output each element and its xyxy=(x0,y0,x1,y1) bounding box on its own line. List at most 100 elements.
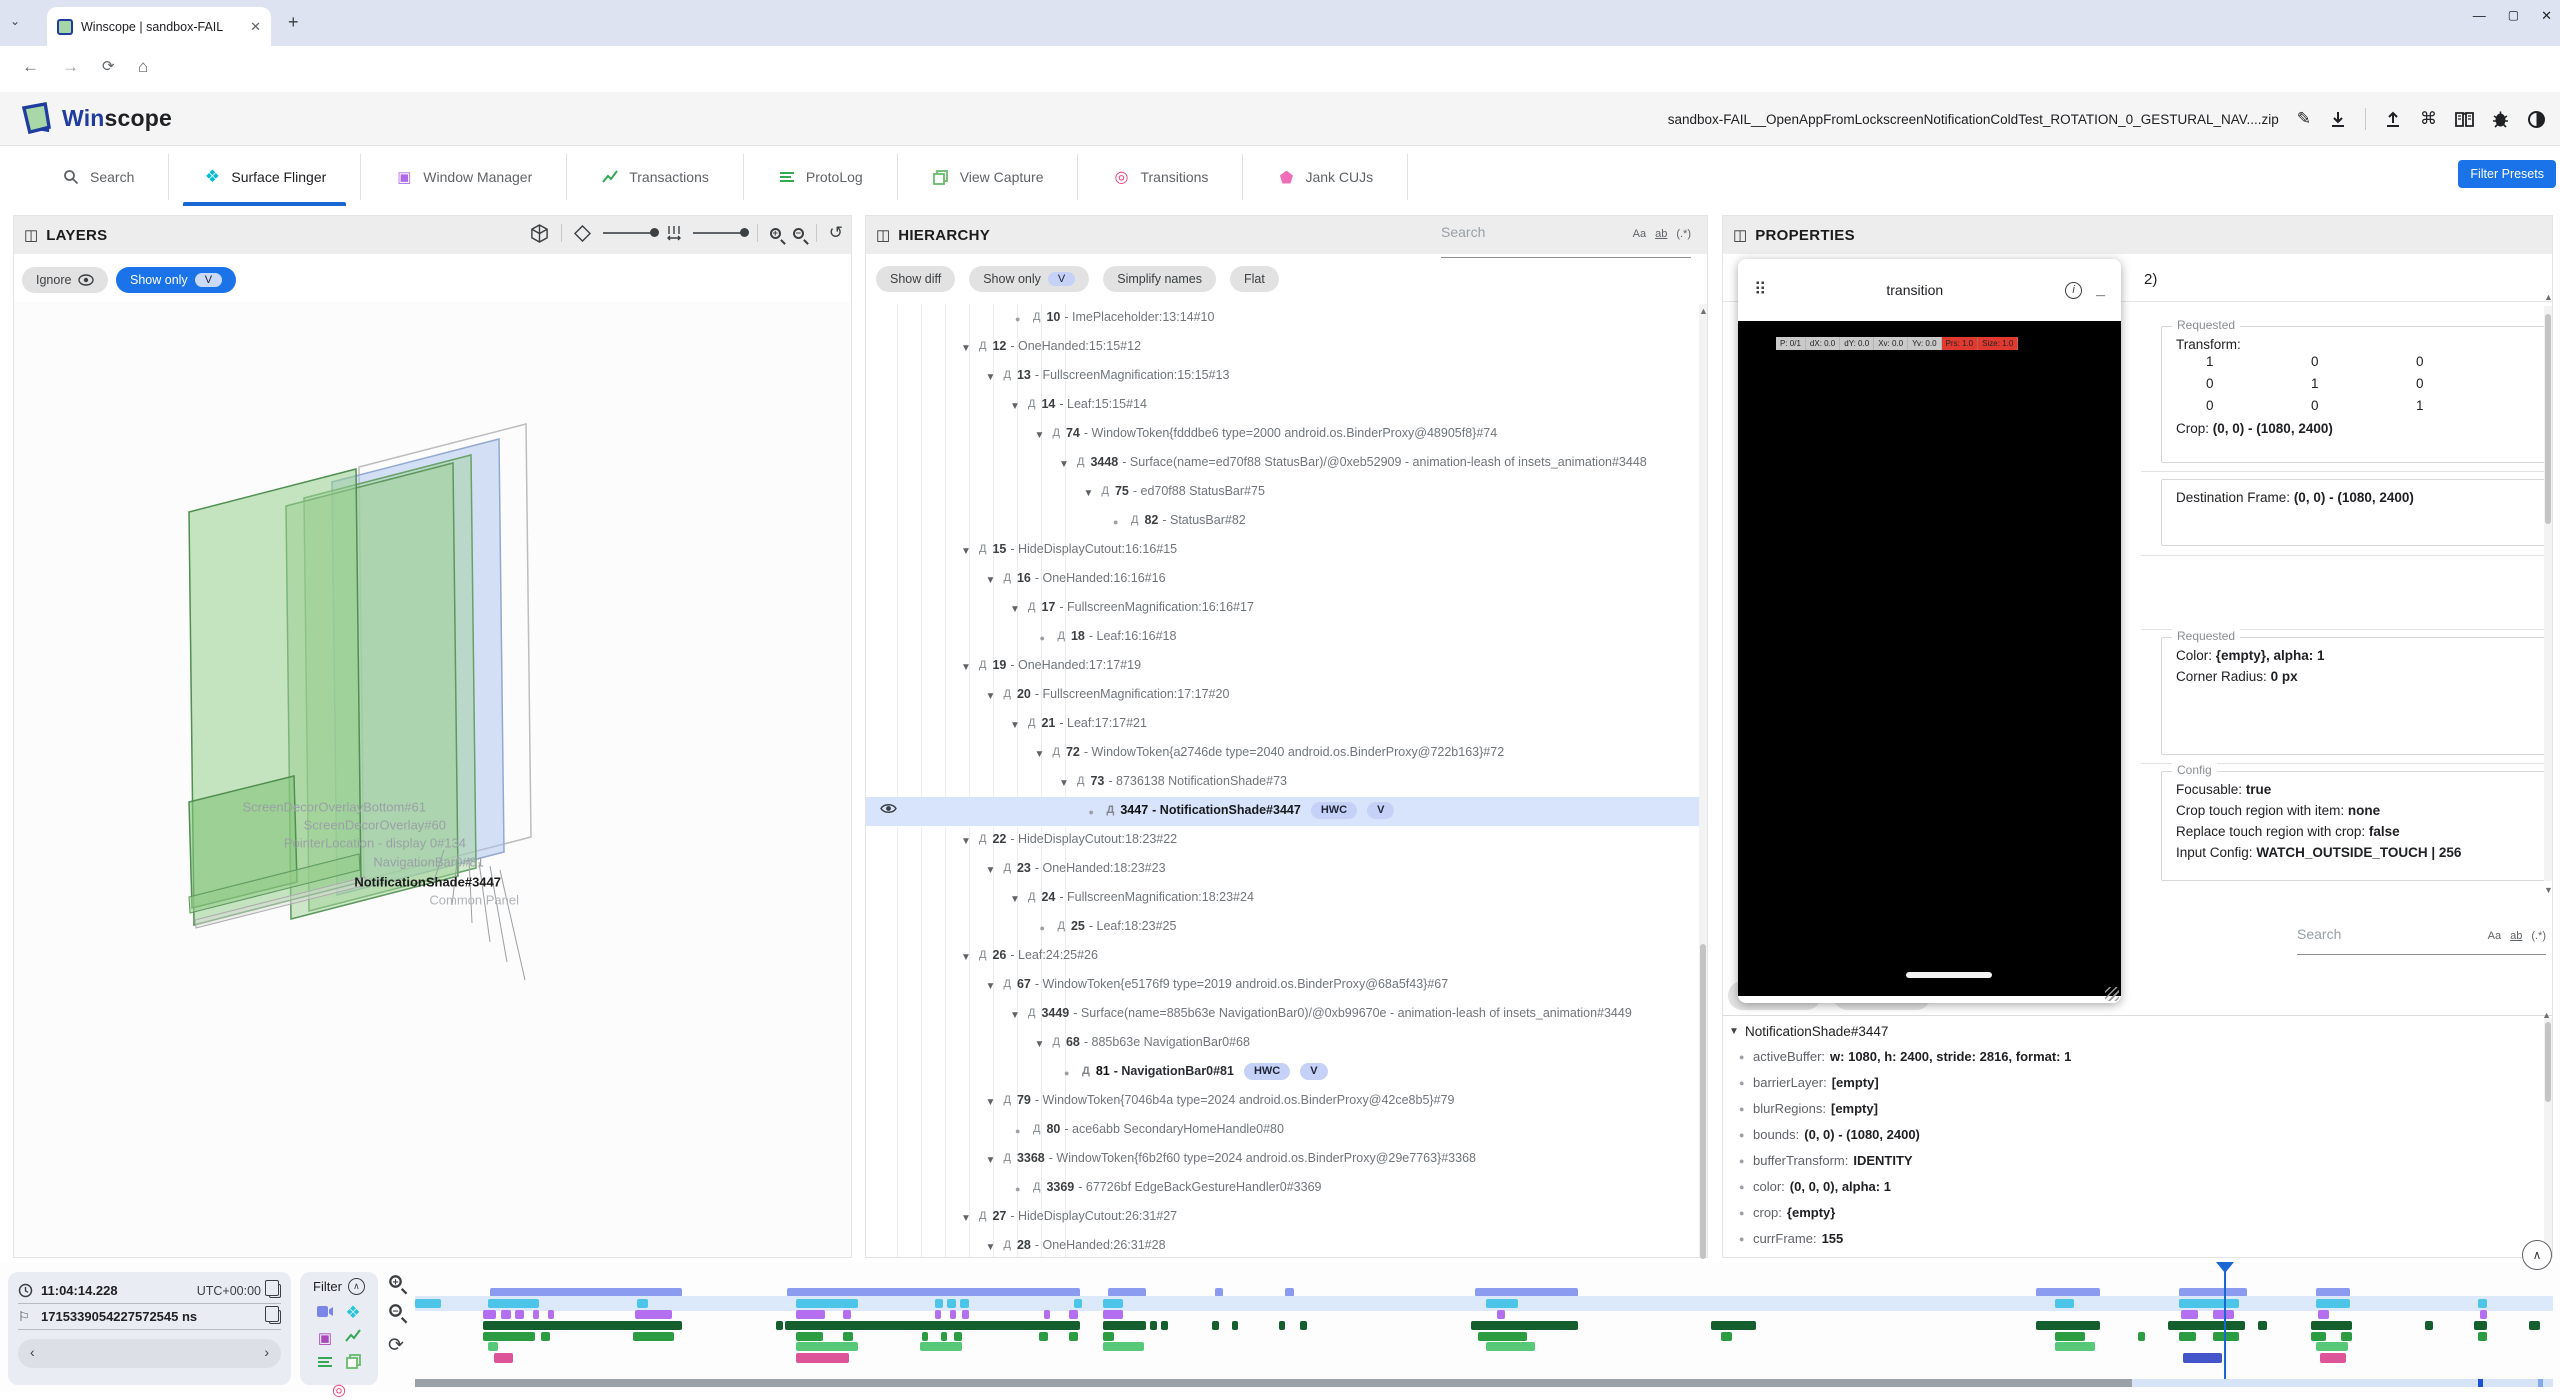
expander-icon[interactable]: ▼ xyxy=(1010,718,1026,733)
hierarchy-tree-row[interactable]: ▼ Д 26 - Leaf:24:25#26 xyxy=(866,942,1699,971)
expander-icon[interactable]: ▼ xyxy=(1035,1037,1051,1052)
hierarchy-tree-row[interactable]: ▼ Д 68 - 885b63e NavigationBar0#68 xyxy=(866,1029,1699,1058)
trace-event-bar[interactable] xyxy=(2055,1332,2085,1341)
hierarchy-tree-row[interactable]: ▼ Д 3449 - Surface(name=885b63e Navigati… xyxy=(866,1000,1699,1029)
trace-event-bar[interactable] xyxy=(1150,1321,1156,1330)
forward-icon[interactable]: → xyxy=(62,57,79,77)
hierarchy-search[interactable]: Search Aaab(.*) xyxy=(1441,224,1691,240)
scroll-up-icon[interactable]: ▲ xyxy=(1699,306,1708,316)
hierarchy-tree-row[interactable]: ▼ Д 75 - ed70f88 StatusBar#75 xyxy=(866,478,1699,507)
trace-event-bar[interactable] xyxy=(2138,1332,2144,1341)
trace-event-bar[interactable] xyxy=(635,1310,671,1319)
trace-tab-view-capture[interactable]: View Capture xyxy=(898,154,1079,200)
expander-icon[interactable]: ● xyxy=(1015,1124,1031,1139)
trace-event-bar[interactable] xyxy=(1232,1321,1238,1330)
trace-event-bar[interactable] xyxy=(2478,1299,2487,1308)
previous-frame-icon[interactable]: ‹ xyxy=(30,1344,35,1360)
show-only-button[interactable]: Show only V xyxy=(116,267,236,293)
trace-event-bar[interactable] xyxy=(483,1332,534,1341)
trace-event-bar[interactable] xyxy=(1103,1342,1144,1351)
trace-event-bar[interactable] xyxy=(1478,1332,1527,1341)
trace-event-bar[interactable] xyxy=(1486,1342,1535,1351)
new-tab-button[interactable]: + xyxy=(288,12,299,33)
transition-overlay-card[interactable]: ⠿ transition i _ P: 0/1dX: 0.0dY: 0.0Xv:… xyxy=(1738,259,2121,1003)
trace-event-bar[interactable] xyxy=(2179,1332,2196,1341)
trace-event-bar[interactable] xyxy=(796,1332,824,1341)
3d-view-cube-icon[interactable] xyxy=(530,224,549,243)
trace-event-bar[interactable] xyxy=(843,1310,852,1319)
trace-event-bar[interactable] xyxy=(2341,1332,2352,1341)
property-list-row[interactable]: ● barrierLayer:[empty] xyxy=(1723,1070,2542,1096)
filter-presets-button[interactable]: Filter Presets xyxy=(2458,160,2556,188)
copy-icon[interactable] xyxy=(269,1310,281,1324)
trace-event-bar[interactable] xyxy=(483,1310,496,1319)
expander-icon[interactable]: ▼ xyxy=(961,950,977,965)
expander-icon[interactable]: ▼ xyxy=(1010,892,1026,907)
property-list-row[interactable]: ● crop:{empty} xyxy=(1723,1200,2542,1226)
trace-event-bar[interactable] xyxy=(1103,1299,1122,1308)
layer-3d-label[interactable]: ScreenDecorOverlay#60 xyxy=(304,818,446,833)
next-frame-icon[interactable]: › xyxy=(264,1344,269,1360)
hierarchy-tree-row[interactable]: ● Д 80 - ace6abb SecondaryHomeHandle0#80 xyxy=(866,1116,1699,1145)
trace-tab-transitions[interactable]: ◎ Transitions xyxy=(1078,154,1243,200)
filter-chart-icon[interactable] xyxy=(345,1329,361,1348)
trace-event-bar[interactable] xyxy=(533,1310,539,1319)
frame-step-control[interactable]: ‹ › xyxy=(18,1339,281,1368)
ignore-button[interactable]: Ignore xyxy=(22,267,108,293)
collapse-filter-icon[interactable]: ∧ xyxy=(348,1278,365,1295)
property-list-row[interactable]: ● blurRegions:[empty] xyxy=(1723,1096,2542,1122)
filter-window-icon[interactable]: ▣ xyxy=(318,1329,332,1348)
browser-tab[interactable]: Winscope | sandbox-FAIL ✕ xyxy=(47,7,271,46)
trace-event-bar[interactable] xyxy=(1103,1321,1146,1330)
timeline-canvas[interactable] xyxy=(415,1262,2553,1392)
trace-event-bar[interactable] xyxy=(922,1332,928,1341)
expander-icon[interactable]: ▼ xyxy=(1059,457,1075,472)
trace-event-bar[interactable] xyxy=(1721,1332,1732,1341)
trace-event-bar[interactable] xyxy=(796,1342,858,1351)
property-list-row[interactable]: ● bufferTransform:IDENTITY xyxy=(1723,1148,2542,1174)
edit-icon[interactable]: ✎ xyxy=(2297,109,2311,129)
expander-icon[interactable]: ▼ xyxy=(1010,399,1026,414)
trace-tab-search[interactable]: Search xyxy=(28,154,169,200)
layer-3d-label[interactable]: NavigationBar0#81 xyxy=(373,855,484,870)
expander-icon[interactable]: ▼ xyxy=(1010,1008,1026,1023)
expander-icon[interactable]: ● xyxy=(1064,1066,1080,1081)
property-list-row[interactable]: ● activeBuffer:w: 1080, h: 2400, stride:… xyxy=(1723,1044,2542,1070)
trace-event-bar[interactable] xyxy=(2055,1299,2074,1308)
spacing-icon[interactable] xyxy=(667,225,681,241)
trace-event-bar[interactable] xyxy=(2311,1321,2352,1330)
trace-event-bar[interactable] xyxy=(488,1342,499,1351)
hierarchy-tree-row[interactable]: ● Д 3447 - NotificationShade#3447 HWCV xyxy=(866,797,1699,826)
layer-3d-label[interactable]: NotificationShade#3447 xyxy=(354,875,501,890)
hierarchy-scrollbar[interactable]: ▲ xyxy=(1699,304,1707,1257)
expander-icon[interactable]: ▼ xyxy=(986,689,1002,704)
trace-event-bar[interactable] xyxy=(1069,1332,1078,1341)
trace-event-bar[interactable] xyxy=(2318,1310,2329,1319)
hierarchy-tree-row[interactable]: ▼ Д 15 - HideDisplayCutout:16:16#15 xyxy=(866,536,1699,565)
trace-event-bar[interactable] xyxy=(2311,1332,2326,1341)
trace-tab-surface-flinger[interactable]: ❖ Surface Flinger xyxy=(169,154,361,200)
scroll-up-icon[interactable]: ▲ xyxy=(2544,292,2553,302)
trace-event-bar[interactable] xyxy=(501,1310,512,1319)
trace-event-bar[interactable] xyxy=(2529,1321,2540,1330)
trace-event-bar[interactable] xyxy=(962,1310,968,1319)
expander-icon[interactable]: ● xyxy=(1040,921,1056,936)
expander-icon[interactable]: ▼ xyxy=(986,573,1002,588)
trace-event-bar[interactable] xyxy=(1711,1321,1756,1330)
layer-3d-label[interactable]: PointerLocation - display 0#134 xyxy=(284,836,466,851)
expander-icon[interactable]: ▼ xyxy=(1059,776,1075,791)
reload-icon[interactable]: ⟳ xyxy=(102,57,115,75)
expander-icon[interactable]: ▼ xyxy=(961,1211,977,1226)
trace-event-bar[interactable] xyxy=(2474,1321,2487,1330)
trace-event-bar[interactable] xyxy=(1074,1299,1083,1308)
hierarchy-tree-row[interactable]: ▼ Д 3368 - WindowToken{f6b2f60 type=2024… xyxy=(866,1145,1699,1174)
trace-event-bar[interactable] xyxy=(1161,1321,1167,1330)
resize-handle[interactable] xyxy=(2105,987,2119,1001)
back-icon[interactable]: ← xyxy=(22,57,39,77)
hierarchy-tree-row[interactable]: ▼ Д 67 - WindowToken{e5176f9 type=2019 a… xyxy=(866,971,1699,1000)
trace-event-bar[interactable] xyxy=(515,1310,524,1319)
hierarchy-tree-row[interactable]: ● Д 18 - Leaf:16:16#18 xyxy=(866,623,1699,652)
minimap-window[interactable] xyxy=(415,1379,2132,1387)
trace-event-bar[interactable] xyxy=(2425,1321,2434,1330)
properties-search[interactable]: Search Aaab(.*) xyxy=(2297,926,2546,942)
